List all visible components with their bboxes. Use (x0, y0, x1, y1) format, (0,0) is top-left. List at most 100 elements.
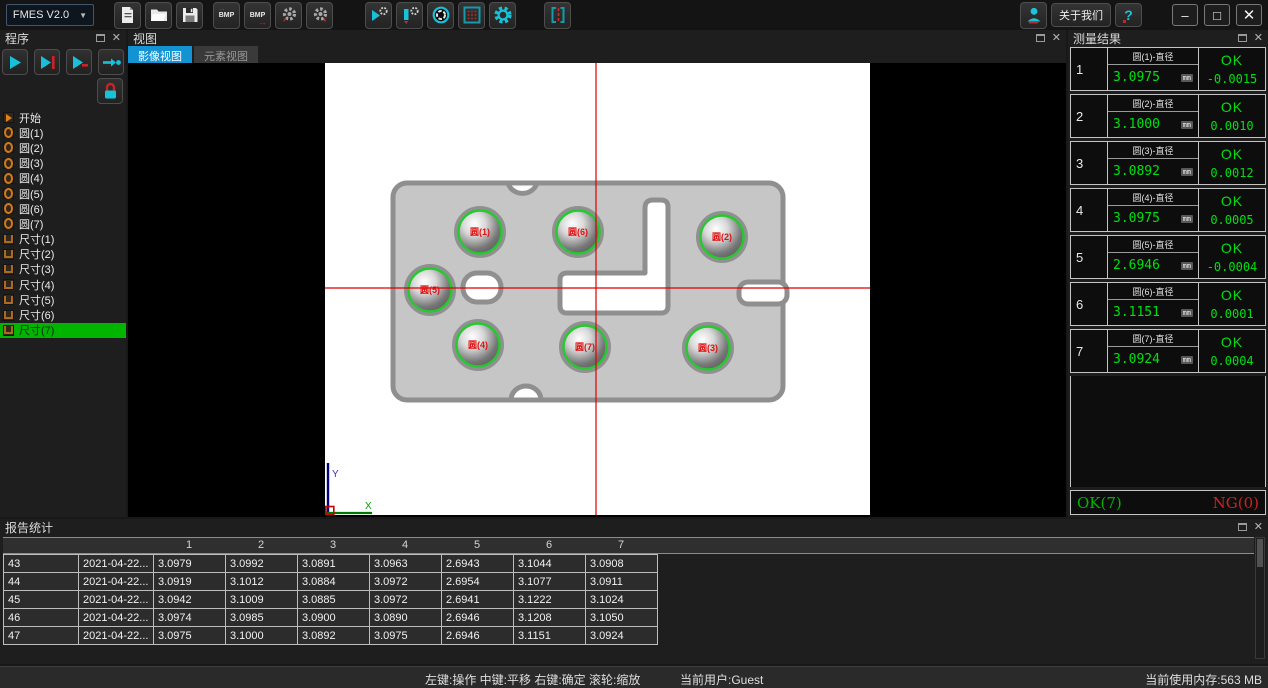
tree-item-dimension-3[interactable]: 尺寸(3) (0, 262, 126, 277)
circle-tool-icon (3, 127, 14, 138)
lock-button[interactable] (97, 78, 123, 104)
tree-item-dimension-5[interactable]: 尺寸(5) (0, 292, 126, 307)
float-panel-icon[interactable] (1238, 34, 1247, 42)
circle-label: 圆(1) (470, 227, 490, 237)
dimension-tool-icon (3, 310, 14, 321)
exit-button[interactable] (544, 2, 571, 29)
play-to-line-icon (37, 52, 58, 73)
close-button[interactable]: ✕ (1236, 4, 1262, 26)
arrow-into-dot-icon (101, 52, 122, 73)
table-row[interactable]: 432021-04-22... 3.09793.0992 3.08913.096… (4, 555, 658, 573)
tree-item-dimension-7-selected[interactable]: 尺寸(7) (0, 323, 126, 338)
float-panel-icon[interactable] (1238, 523, 1247, 531)
about-us-button[interactable]: 关于我们 (1051, 3, 1111, 27)
result-unit: mm (1181, 121, 1193, 129)
bmp-export-button[interactable]: BMP → (244, 2, 271, 29)
camera-image[interactable]: 圆(1) 圆(6) 圆(2) 圆(5) (325, 63, 870, 515)
result-unit: mm (1181, 356, 1193, 364)
result-row[interactable]: 1 圆(1)-直径 3.0975mm OK -0.0015 (1070, 47, 1266, 91)
camera-config-button-1[interactable] (275, 2, 302, 29)
report-scrollbar[interactable] (1255, 537, 1265, 659)
result-row[interactable]: 7 圆(7)-直径 3.0924mm OK 0.0004 (1070, 329, 1266, 373)
result-row[interactable]: 3 圆(3)-直径 3.0892mm OK 0.0012 (1070, 141, 1266, 185)
tree-item-start[interactable]: 开始 (0, 110, 126, 125)
minimize-button[interactable]: – (1172, 4, 1198, 26)
close-panel-icon[interactable]: ✕ (1052, 33, 1061, 44)
scrollbar-thumb[interactable] (1257, 539, 1263, 567)
close-panel-icon[interactable]: ✕ (1254, 33, 1263, 44)
tree-item-circle-5[interactable]: 圆(5) (0, 186, 126, 201)
new-file-button[interactable] (114, 2, 141, 29)
tree-item-dimension-2[interactable]: 尺寸(2) (0, 247, 126, 262)
coordinate-axes: Y X (325, 463, 372, 515)
result-deviation: -0.0004 (1207, 260, 1258, 274)
tab-image-view[interactable]: 影像视图 (128, 46, 192, 63)
tree-item-dimension-4[interactable]: 尺寸(4) (0, 277, 126, 292)
result-row[interactable]: 6 圆(6)-直径 3.1151mm OK 0.0001 (1070, 282, 1266, 326)
tab-element-view[interactable]: 元素视图 (194, 46, 258, 63)
result-deviation: 0.0001 (1210, 307, 1253, 321)
dimension-tool-icon (3, 264, 14, 275)
table-row[interactable]: 472021-04-22... 3.09753.1000 3.08923.097… (4, 627, 658, 645)
bmp-import-button[interactable]: → BMP (213, 2, 240, 29)
step-into-button[interactable] (98, 49, 124, 75)
program-panel-title: 程序 (5, 30, 29, 47)
program-lock-toolbar (0, 75, 126, 104)
run-single-step-button[interactable] (66, 49, 92, 75)
result-name: 圆(6)-直径 (1108, 283, 1198, 300)
table-row[interactable]: 452021-04-22... 3.09423.1009 3.08853.097… (4, 591, 658, 609)
result-name: 圆(4)-直径 (1108, 189, 1198, 206)
view-panel-title: 视图 (133, 30, 157, 47)
detected-circle-7: 圆(7) (561, 323, 609, 371)
program-panel-header: 程序 ✕ (0, 30, 126, 46)
open-file-button[interactable] (145, 2, 172, 29)
tree-item-circle-6[interactable]: 圆(6) (0, 201, 126, 216)
result-unit: mm (1181, 215, 1193, 223)
user-account-button[interactable] (1020, 2, 1047, 29)
run-camera-button[interactable] (365, 2, 392, 29)
result-name: 圆(7)-直径 (1108, 330, 1198, 347)
tree-item-circle-4[interactable]: 圆(4) (0, 171, 126, 186)
float-panel-icon[interactable] (1036, 34, 1045, 42)
close-panel-icon[interactable]: ✕ (112, 33, 121, 44)
result-row[interactable]: 2 圆(2)-直径 3.1000mm OK 0.0010 (1070, 94, 1266, 138)
image-canvas[interactable]: 圆(1) 圆(6) 圆(2) 圆(5) (128, 63, 1066, 517)
minimize-icon: – (1181, 8, 1188, 23)
table-row[interactable]: 442021-04-22... 3.09193.1012 3.08843.097… (4, 573, 658, 591)
result-value: 3.0975 (1113, 211, 1160, 226)
save-button[interactable] (176, 2, 203, 29)
app-version-selector[interactable]: FMES V2.0 ▼ (6, 4, 94, 26)
ok-count: OK(7) (1077, 494, 1122, 512)
open-folder-icon (149, 5, 169, 25)
circle-label: 圆(6) (568, 227, 588, 237)
tree-item-circle-1[interactable]: 圆(1) (0, 125, 126, 140)
result-value: 3.0924 (1113, 352, 1160, 367)
save-icon (180, 5, 200, 25)
calibration-grid-button[interactable] (458, 2, 485, 29)
camera-config-button-2[interactable] (306, 2, 333, 29)
help-button[interactable]: ? (1115, 3, 1142, 27)
result-value: 3.1000 (1113, 117, 1160, 132)
result-value: 3.0975 (1113, 70, 1160, 85)
close-icon: ✕ (1243, 6, 1256, 24)
table-row[interactable]: 462021-04-22... 3.09743.0985 3.09003.089… (4, 609, 658, 627)
aperture-button[interactable] (427, 2, 454, 29)
tree-item-dimension-1[interactable]: 尺寸(1) (0, 232, 126, 247)
help-red-dot (1123, 20, 1126, 23)
result-row[interactable]: 4 圆(4)-直径 3.0975mm OK 0.0005 (1070, 188, 1266, 232)
settings-button[interactable] (489, 2, 516, 29)
tree-item-circle-3[interactable]: 圆(3) (0, 156, 126, 171)
tree-item-circle-2[interactable]: 圆(2) (0, 140, 126, 155)
circle-tool-icon (3, 158, 14, 169)
status-bar: 左键:操作 中键:平移 右键:确定 滚轮:缩放 当前用户:Guest 当前使用内… (0, 666, 1268, 688)
float-panel-icon[interactable] (96, 34, 105, 42)
close-panel-icon[interactable]: ✕ (1254, 522, 1263, 533)
tree-item-dimension-6[interactable]: 尺寸(6) (0, 307, 126, 322)
run-all-button[interactable] (2, 49, 28, 75)
stop-camera-button[interactable] (396, 2, 423, 29)
status-badge: OK (1221, 146, 1243, 162)
maximize-button[interactable]: □ (1204, 4, 1230, 26)
result-row[interactable]: 5 圆(5)-直径 2.6946mm OK -0.0004 (1070, 235, 1266, 279)
run-to-breakpoint-button[interactable] (34, 49, 60, 75)
tree-item-circle-7[interactable]: 圆(7) (0, 216, 126, 231)
